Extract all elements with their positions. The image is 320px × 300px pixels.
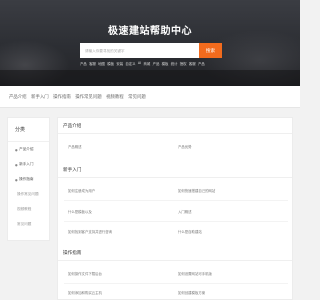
hot-tag-link[interactable]: 客服 bbox=[89, 61, 96, 66]
hot-tags: 产品 客服 地图 模板 安装 自定义 AI 商城 产品 模板 统计 授权 客服 … bbox=[80, 61, 222, 66]
hot-tag-link[interactable]: 产品 bbox=[198, 61, 205, 66]
hot-tag-link[interactable]: 产品 bbox=[80, 61, 87, 66]
row-divider bbox=[64, 283, 288, 284]
sidebar-item-product-intro[interactable]: ● 产品介绍 bbox=[8, 142, 49, 157]
article-link[interactable]: 什么是模板以及 bbox=[68, 209, 92, 214]
hot-tag-link[interactable]: 安装 bbox=[116, 61, 123, 66]
hot-tag-link[interactable]: 自定义 bbox=[125, 61, 135, 66]
sidebar-subitem-video[interactable]: 视频教程 bbox=[8, 202, 49, 217]
nav-item-getting-started[interactable]: 新手入门 bbox=[31, 94, 49, 100]
nav-item-guide-faq[interactable]: 操作常见问题 bbox=[75, 94, 101, 100]
background-desk bbox=[0, 70, 300, 86]
sidebar-item-label: 常见问题 bbox=[17, 222, 32, 226]
row-divider bbox=[64, 200, 288, 201]
article-link[interactable]: 如何快速搭建自己的网站 bbox=[178, 188, 215, 193]
article-link[interactable]: 产品优势 bbox=[178, 144, 192, 149]
article-list-panel: 产品介绍 产品概述 产品优势 新手入门 如何注册成为用户 如何快速搭建自己的网站… bbox=[57, 117, 293, 300]
search-input[interactable] bbox=[80, 43, 199, 58]
sidebar-subitem-guide-faq[interactable]: 操作常见问题 bbox=[8, 187, 49, 202]
hot-tag-link[interactable]: AI bbox=[138, 61, 141, 66]
article-link[interactable]: 如何创建模板方案 bbox=[178, 290, 205, 295]
bullet-icon: ● bbox=[15, 147, 18, 152]
article-link[interactable]: 如何找到客户支持并进行咨询 bbox=[68, 229, 112, 234]
section-title-getting-started: 新手入门 bbox=[58, 162, 292, 178]
hot-tag-link[interactable]: 授权 bbox=[180, 61, 187, 66]
hot-tag-link[interactable]: 统计 bbox=[171, 61, 178, 66]
sidebar-item-guide[interactable]: ● 操作指南 bbox=[8, 172, 49, 187]
sidebar-subitem-faq[interactable]: 常见问题 bbox=[8, 217, 49, 232]
category-nav: 产品介绍 新手入门 操作指南 操作常见问题 视频教程 常见问题 bbox=[0, 86, 300, 108]
hot-tag-link[interactable]: 地图 bbox=[98, 61, 105, 66]
hero-banner: 极速建站帮助中心 搜索 产品 客服 地图 模板 安装 自定义 AI 商城 产品 … bbox=[0, 0, 300, 86]
article-link[interactable]: 产品概述 bbox=[68, 144, 82, 149]
search-bar: 搜索 bbox=[80, 43, 222, 58]
hot-tag-link[interactable]: 模板 bbox=[107, 61, 114, 66]
bullet-icon: ● bbox=[15, 177, 18, 182]
article-link[interactable]: 什么是自助建站 bbox=[178, 229, 202, 234]
search-button[interactable]: 搜索 bbox=[199, 43, 222, 58]
nav-item-guide[interactable]: 操作指南 bbox=[53, 94, 71, 100]
article-link[interactable]: 如何添加和购买云主机 bbox=[68, 290, 102, 295]
category-sidebar: 分类 ● 产品介绍 ● 新手入门 ● 操作指南 操作常见问题 视频教程 常见问题 bbox=[7, 117, 50, 241]
hot-tag-link[interactable]: 模板 bbox=[162, 61, 169, 66]
row-divider bbox=[64, 221, 288, 222]
article-link[interactable]: 入门概述 bbox=[178, 209, 192, 214]
hot-tag-link[interactable]: 客服 bbox=[189, 61, 196, 66]
page-title: 极速建站帮助中心 bbox=[108, 26, 192, 37]
section-title-product-intro: 产品介绍 bbox=[58, 118, 292, 134]
nav-item-product-intro[interactable]: 产品介绍 bbox=[9, 94, 27, 100]
hot-tag-link[interactable]: 商城 bbox=[143, 61, 150, 66]
sidebar-item-label: 视频教程 bbox=[17, 207, 32, 211]
sidebar-heading: 分类 bbox=[8, 118, 49, 142]
nav-item-video[interactable]: 视频教程 bbox=[106, 94, 124, 100]
sidebar-item-label: 新手入门 bbox=[19, 162, 34, 166]
sidebar-item-label: 操作常见问题 bbox=[17, 192, 39, 196]
section-title-guide: 操作指南 bbox=[58, 245, 292, 261]
article-link[interactable]: 如何注册成为用户 bbox=[68, 188, 95, 193]
nav-item-faq[interactable]: 常见问题 bbox=[128, 94, 146, 100]
sidebar-item-label: 操作指南 bbox=[19, 177, 34, 181]
bullet-icon: ● bbox=[15, 162, 18, 167]
sidebar-item-label: 产品介绍 bbox=[19, 147, 34, 151]
article-link[interactable]: 如何设置网站可手机版 bbox=[178, 271, 212, 276]
hot-tag-link[interactable]: 产品 bbox=[153, 61, 160, 66]
article-link[interactable]: 如何操作文件下载后台 bbox=[68, 271, 102, 276]
sidebar-item-getting-started[interactable]: ● 新手入门 bbox=[8, 157, 49, 172]
